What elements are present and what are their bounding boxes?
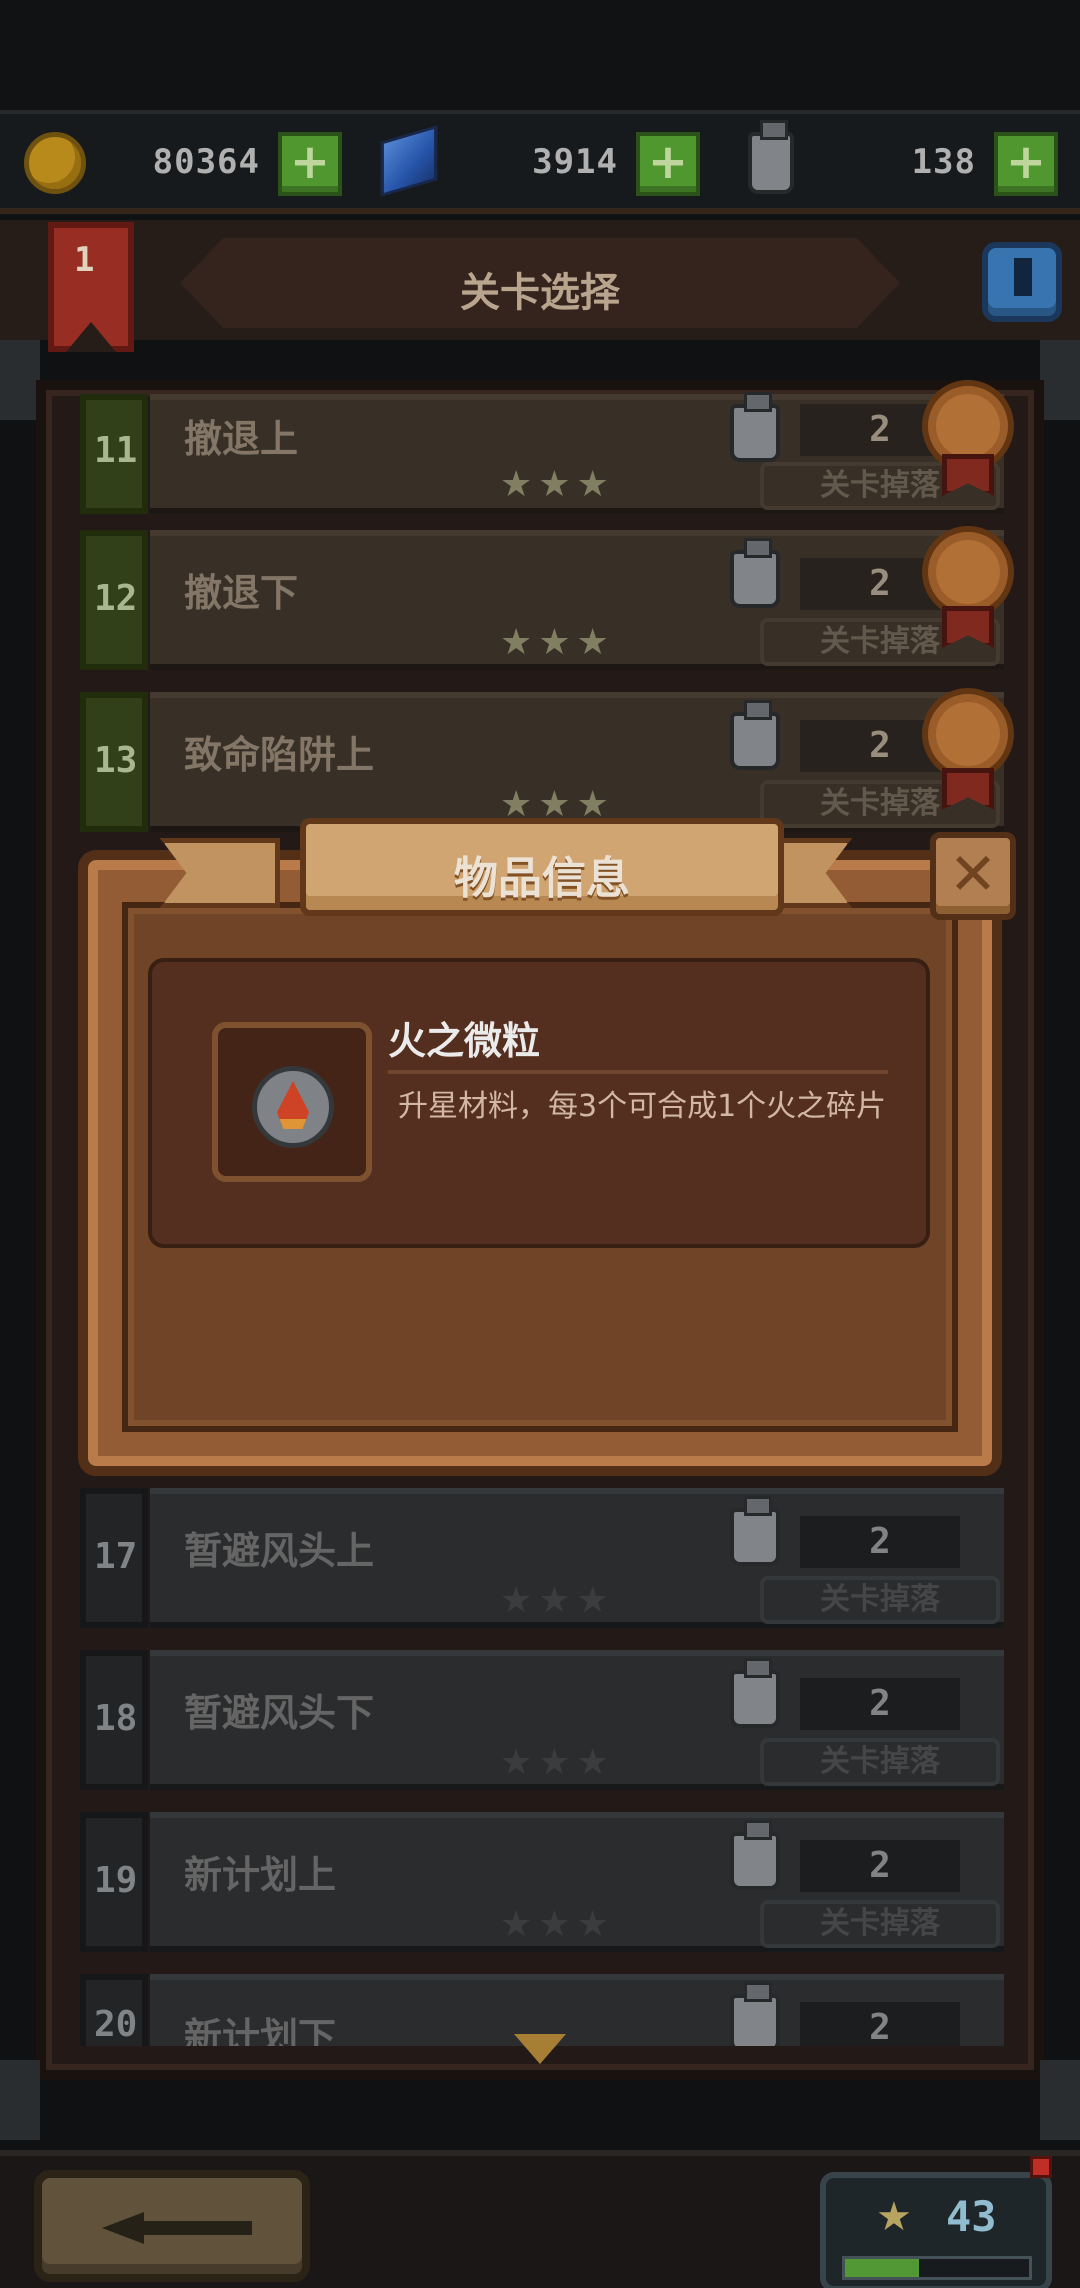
player-level-badge[interactable]: ★ 43	[820, 2172, 1052, 2288]
level-progress-fill	[845, 2259, 919, 2277]
bottle-icon	[730, 1496, 780, 1566]
level-row-19[interactable]: 19 新计划上 ★★★ 2 关卡掉落	[80, 1812, 1004, 1952]
bottle-icon	[730, 1982, 780, 2046]
item-slot	[212, 1022, 372, 1182]
level-stars: ★★★	[500, 622, 615, 663]
player-level: 43	[946, 2192, 997, 2241]
level-number-box: 18	[80, 1650, 148, 1790]
level-body: 致命陷阱上 ★★★ 2 关卡掉落	[150, 692, 1004, 832]
add-gold-button[interactable]: +	[278, 132, 342, 196]
bottle-count: 2	[800, 1678, 960, 1730]
gold-coin-icon	[24, 132, 86, 194]
level-body: 新计划上 ★★★ 2 关卡掉落	[150, 1812, 1004, 1952]
info-button[interactable]	[982, 242, 1062, 322]
add-bottle-button[interactable]: +	[994, 132, 1058, 196]
gem-amount: 3914	[532, 142, 618, 182]
dialog-title-ribbon: 物品信息	[300, 818, 784, 916]
level-name: 撤退上	[184, 417, 299, 461]
level-drop-button[interactable]: 关卡掉落	[760, 1738, 1000, 1786]
frame-corner	[1040, 2060, 1080, 2140]
gold-amount: 80364	[152, 142, 260, 182]
bottle-icon	[730, 538, 780, 608]
notification-dot	[1030, 2156, 1052, 2178]
info-icon	[1014, 258, 1032, 296]
currency-gem: 3914 +	[380, 125, 700, 198]
frame-corner	[0, 340, 40, 420]
level-number-box: 12	[80, 530, 148, 670]
level-progress-bar	[842, 2256, 1032, 2280]
page-title: 关卡选择	[460, 270, 620, 316]
currency-bar: 80364 + 3914 + 138 +	[0, 110, 1080, 214]
level-body: 新计划下 2	[150, 1974, 1004, 2046]
item-name: 火之微粒	[388, 1019, 541, 1063]
level-number: 12	[94, 578, 138, 619]
level-number: 20	[94, 2004, 138, 2045]
frame-corner	[0, 2060, 40, 2140]
title-plate: 关卡选择	[180, 238, 900, 328]
back-arrow-icon	[102, 2212, 252, 2244]
level-number-box: 20	[80, 1974, 148, 2046]
blue-gem-icon	[380, 125, 438, 197]
frame-corner	[1040, 340, 1080, 420]
top-status-area	[0, 0, 1080, 110]
bottom-bar: ★ 43	[0, 2150, 1080, 2288]
bottle-count: 2	[800, 1516, 960, 1568]
bottle-amount: 138	[911, 142, 976, 182]
bottle-count: 2	[800, 1840, 960, 1892]
level-select-header: 1 关卡选择	[0, 220, 1080, 352]
level-number-box: 17	[80, 1488, 148, 1628]
level-stars: ★★★	[500, 1742, 615, 1783]
bronze-medal-icon	[922, 526, 1014, 618]
divider	[388, 1070, 888, 1074]
level-number: 17	[94, 1536, 138, 1577]
level-number: 13	[94, 740, 138, 781]
level-number-box: 19	[80, 1812, 148, 1952]
star-icon: ★	[876, 2194, 912, 2240]
level-body: 撤退下 ★★★ 2 关卡掉落	[150, 530, 1004, 670]
chapter-banner[interactable]: 1	[48, 222, 134, 352]
level-number: 19	[94, 1860, 138, 1901]
level-row-11[interactable]: 11 撤退上 ★★★ 2 关卡掉落	[80, 380, 1014, 514]
level-drop-button[interactable]: 关卡掉落	[760, 1900, 1000, 1948]
level-body: 撤退上 ★★★ 2 关卡掉落	[150, 392, 1004, 514]
level-row-18[interactable]: 18 暂避风头下 ★★★ 2 关卡掉落	[80, 1650, 1004, 1790]
bottle-icon	[730, 392, 780, 462]
item-description: 升星材料，每3个可合成1个火之碎片	[398, 1089, 887, 1124]
back-button[interactable]	[34, 2170, 310, 2282]
bottle-icon	[730, 1820, 780, 1890]
level-number: 11	[94, 430, 138, 471]
level-name: 新计划上	[184, 1853, 337, 1897]
level-name: 撤退下	[184, 571, 299, 615]
item-panel: 火之微粒 升星材料，每3个可合成1个火之碎片	[148, 958, 930, 1248]
fire-particle-icon	[252, 1066, 334, 1148]
close-button[interactable]: ✕	[930, 832, 1016, 920]
level-body: 暂避风头上 ★★★ 2 关卡掉落	[150, 1488, 1004, 1628]
level-number: 18	[94, 1698, 138, 1739]
level-drop-button[interactable]: 关卡掉落	[760, 1576, 1000, 1624]
level-row-13[interactable]: 13 致命陷阱上 ★★★ 2 关卡掉落	[80, 688, 1014, 832]
currency-gold: 80364 +	[24, 128, 342, 198]
level-row-17[interactable]: 17 暂避风头上 ★★★ 2 关卡掉落	[80, 1488, 1004, 1628]
level-row-12[interactable]: 12 撤退下 ★★★ 2 关卡掉落	[80, 526, 1014, 670]
level-stars: ★★★	[500, 1580, 615, 1621]
level-body: 暂避风头下 ★★★ 2 关卡掉落	[150, 1650, 1004, 1790]
level-name: 暂避风头下	[184, 1691, 375, 1735]
level-stars: ★★★	[500, 464, 615, 505]
bottle-count: 2	[800, 2002, 960, 2046]
level-name: 致命陷阱上	[184, 733, 375, 777]
dialog-title: 物品信息	[454, 853, 630, 904]
add-gem-button[interactable]: +	[636, 132, 700, 196]
bottle-icon	[730, 700, 780, 770]
bottle-icon	[730, 1658, 780, 1728]
level-name: 新计划下	[184, 2015, 337, 2046]
chapter-number: 1	[74, 240, 95, 280]
level-name: 暂避风头上	[184, 1529, 375, 1573]
currency-bottle: 138 +	[740, 120, 1058, 198]
bottle-icon	[748, 120, 794, 194]
bronze-medal-icon	[922, 688, 1014, 780]
level-number-box: 13	[80, 692, 148, 832]
level-number-box: 11	[80, 394, 148, 514]
level-stars: ★★★	[500, 1904, 615, 1945]
